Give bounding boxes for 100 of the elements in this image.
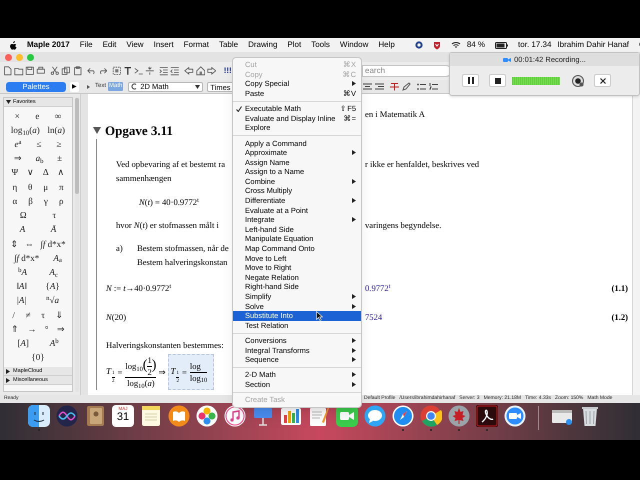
palette-item[interactable]: A$^{b}$ [50,339,59,348]
wifi-icon[interactable] [450,41,461,49]
palette-item[interactable]: τ [41,310,45,320]
collapse-arrow-icon[interactable] [86,84,91,90]
menu-item[interactable]: Help [378,39,395,51]
pen-icon[interactable] [402,82,412,91]
palette-item[interactable]: π [58,182,64,192]
menu-item[interactable]: Window [340,39,368,51]
palette-item[interactable]: ≠ [26,310,31,320]
text-icon[interactable] [122,66,133,76]
palette-item[interactable]: τ [52,211,56,220]
new-document-icon[interactable] [3,66,13,76]
palette-item[interactable]: a$_{b}$ [36,154,44,164]
palette-item[interactable]: A$_{a}$ [53,254,62,263]
align-right-icon[interactable] [375,82,384,90]
palette-item[interactable]: ⇓ [56,310,64,320]
app-menu[interactable]: Maple 2017 [27,39,70,51]
pause-button[interactable] [462,74,479,87]
palette-item[interactable]: log$_{10}$(a) [10,126,40,135]
palette-item[interactable]: / [12,310,15,320]
bar-chart-icon[interactable] [280,405,302,427]
palette-item[interactable]: e [35,112,40,121]
menu-item[interactable]: Tools [311,39,330,51]
palette-item[interactable]: Ā [50,225,56,234]
palette-item[interactable]: ∞ [54,112,62,121]
palette-item[interactable]: $^{b}$A [18,268,28,278]
address-book-icon[interactable] [84,405,106,427]
palette-item[interactable]: α [12,196,18,206]
palette-item[interactable]: β [28,196,33,206]
user-name[interactable]: Ibrahim Dahir Hanaf [557,39,629,51]
undo-icon[interactable] [86,66,96,76]
palette-item[interactable]: {A} [46,282,60,292]
palette-item[interactable]: η [12,182,18,192]
palette-item[interactable]: ⇒ [56,324,65,334]
compass-icon[interactable] [392,405,414,427]
open-book-icon[interactable] [168,405,190,427]
back-arrow-icon[interactable] [184,66,194,76]
search-field[interactable]: earch [362,65,452,77]
palette-item[interactable]: e$^{a}$ [14,140,22,150]
strikethrough-text-icon[interactable] [390,82,400,91]
palette-item[interactable]: ≥ [56,140,62,150]
palette-item[interactable]: ∧ [58,168,65,178]
bullet-list-icon[interactable] [417,82,426,90]
podium-icon[interactable] [252,405,274,427]
math-input[interactable]: N(20) [106,311,126,324]
indent-icon[interactable] [159,66,169,76]
palette-item[interactable]: A$_{c}$ [49,268,58,278]
palette-item[interactable]: ‖A‖ [16,282,27,292]
redo-icon[interactable] [98,66,108,76]
palette-item[interactable]: {0} [31,353,45,362]
save-icon[interactable] [25,66,35,76]
pen-and-paper-icon[interactable] [308,405,330,427]
cut-icon[interactable] [50,66,60,76]
shield-icon[interactable] [432,40,441,50]
record-icon[interactable] [414,41,423,49]
stop-button[interactable] [489,74,506,87]
palette-item[interactable]: ∫f d*x* [14,254,40,263]
paste-icon[interactable] [72,66,82,76]
close-button[interactable] [594,74,611,87]
menu-item[interactable]: View [126,39,144,51]
palette-item[interactable]: θ [28,182,32,192]
clock[interactable]: tor. 17.34 [518,39,552,51]
palette-item[interactable]: [A] [17,339,29,348]
apple-icon[interactable] [9,40,17,50]
palette-item[interactable]: ⇑ [11,324,20,334]
math-input[interactable]: N := t→40·0.9772$^{t}$ [106,282,172,296]
music-note-icon[interactable] [224,405,246,427]
palette-item[interactable]: Δ [42,168,49,178]
align-center-icon[interactable] [363,82,372,90]
maple-leaf-icon[interactable] [448,405,470,427]
palette-item[interactable]: ⇒ [14,154,22,164]
webcam-icon[interactable] [572,74,584,86]
palette-item[interactable]: ± [57,154,62,164]
orb-icon[interactable] [56,405,78,427]
menu-item[interactable]: Drawing [248,39,278,51]
numbered-list-icon[interactable] [429,82,438,90]
palette-item[interactable]: × [14,112,20,121]
copy-icon[interactable] [61,66,72,76]
palette-item[interactable]: Ψ [11,168,18,178]
open-folder-icon[interactable] [14,66,24,76]
menu-item[interactable]: Format [184,39,209,51]
palette-item[interactable]: ≤ [36,140,42,150]
prompt-icon[interactable] [134,66,144,76]
outdent-icon[interactable] [170,66,180,76]
palette-item[interactable]: → [28,324,37,334]
palette-item[interactable]: ∫f d*x* [40,240,66,249]
curved-symbol-icon[interactable] [476,405,498,427]
expanded-triangle-icon[interactable] [93,127,101,135]
speech-bubble-icon[interactable] [364,405,386,427]
flower-icon[interactable] [196,405,218,427]
execute-all-button[interactable]: !!! [224,65,232,77]
forward-arrow-icon[interactable] [206,66,216,76]
palette-item[interactable]: ρ [58,196,64,206]
menu-item[interactable]: File [80,39,93,51]
palette-item[interactable]: ⇔ [24,240,34,249]
palette-item[interactable]: Ω [20,211,27,220]
menu-item[interactable]: Table [218,39,238,51]
face-icon[interactable] [28,405,50,427]
notepad-icon[interactable] [140,405,162,427]
palette-item[interactable]: $^{n}$√a [46,296,59,306]
